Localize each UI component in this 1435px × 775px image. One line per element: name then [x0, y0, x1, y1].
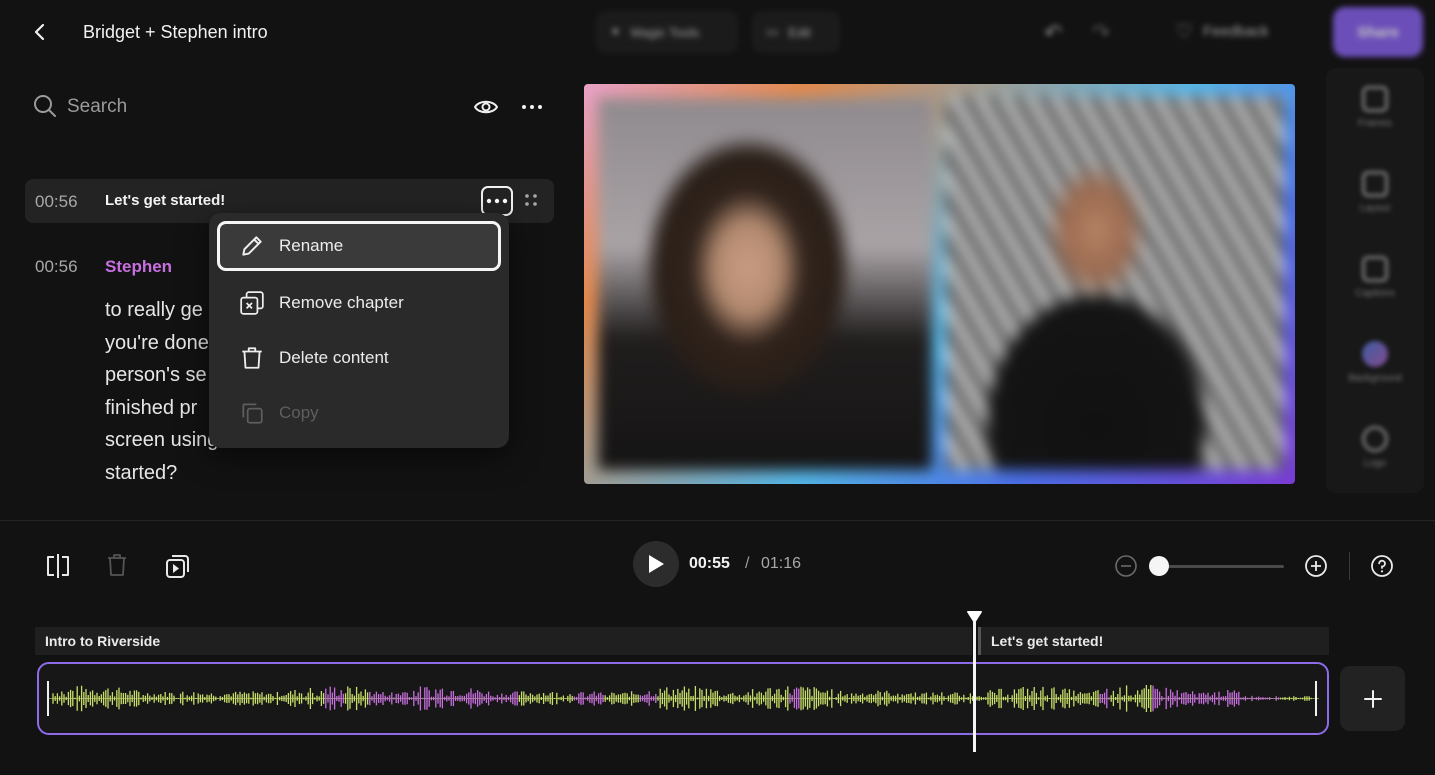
ellipsis-icon	[486, 198, 508, 204]
tool-captions[interactable]: Captions	[1326, 256, 1424, 299]
zoom-in-button[interactable]	[1304, 554, 1328, 578]
chapter-context-menu: Rename Remove chapter Delete content Cop…	[209, 213, 509, 448]
clip-button[interactable]	[164, 552, 192, 580]
plus-icon	[1363, 689, 1382, 708]
tool-label: Frames	[1358, 118, 1392, 129]
share-button[interactable]: Share	[1333, 7, 1423, 57]
menu-item-label: Copy	[279, 403, 319, 422]
remove-chapter-icon	[240, 291, 264, 315]
tool-label: Background	[1348, 373, 1402, 384]
menu-item-delete-content[interactable]: Delete content	[217, 333, 501, 383]
tool-frames[interactable]: Frames	[1326, 86, 1424, 129]
side-toolbar: Frames Layout Captions Background Logo	[1326, 68, 1424, 493]
background-icon	[1362, 341, 1388, 367]
participant-video-stephen	[946, 96, 1284, 470]
participant-video-bridget	[598, 98, 932, 470]
waveform	[47, 681, 1319, 716]
layout-icon	[1362, 171, 1388, 197]
redo-icon[interactable]: ↷	[1092, 20, 1110, 46]
menu-item-rename[interactable]: Rename	[217, 221, 501, 271]
chapter-label: Intro to Riverside	[45, 633, 161, 649]
time-separator: /	[745, 555, 750, 572]
trash-icon	[108, 554, 126, 576]
tool-label: Logo	[1363, 458, 1387, 469]
heart-icon: ♡	[1175, 21, 1193, 43]
transcript-line: started?	[105, 461, 178, 484]
eye-icon[interactable]	[474, 95, 498, 119]
video-preview[interactable]	[584, 84, 1295, 484]
menu-item-label: Remove chapter	[279, 293, 404, 312]
magic-tools-label: Magic Tools	[630, 24, 700, 40]
minus-circle-icon	[1115, 555, 1137, 577]
project-title: Bridget + Stephen intro	[83, 22, 268, 42]
play-button[interactable]	[633, 541, 679, 587]
speaker-time: 00:56	[35, 257, 78, 276]
chapter-more-button[interactable]	[481, 186, 513, 216]
magic-icon: ✦	[610, 24, 621, 39]
help-button[interactable]	[1370, 554, 1394, 578]
frames-icon	[1362, 86, 1388, 112]
total-time: 01:16	[761, 555, 802, 572]
back-button[interactable]	[28, 20, 52, 44]
drag-handle-icon[interactable]	[524, 193, 538, 207]
chapter-time: 00:56	[35, 192, 78, 211]
chevron-left-icon	[34, 23, 45, 41]
zoom-slider-track[interactable]	[1158, 565, 1284, 568]
current-time: 00:55	[689, 555, 730, 572]
split-icon	[47, 554, 69, 578]
tool-logo[interactable]: Logo	[1326, 426, 1424, 469]
zoom-out-button[interactable]	[1114, 554, 1138, 578]
divider	[0, 520, 1435, 521]
undo-icon[interactable]: ↶	[1044, 20, 1062, 46]
chapter-title: Let's get started!	[105, 192, 226, 209]
menu-item-label: Rename	[279, 236, 344, 255]
more-options-icon[interactable]	[520, 95, 544, 119]
audio-waveform-track[interactable]	[37, 662, 1329, 735]
edit-icon: ▭	[766, 24, 779, 39]
playhead[interactable]	[973, 622, 976, 752]
tool-label: Captions	[1355, 288, 1395, 299]
feedback-label: Feedback	[1202, 23, 1269, 40]
menu-item-copy: Copy	[217, 388, 501, 438]
trash-icon	[242, 347, 262, 369]
pencil-icon	[242, 236, 262, 256]
search-icon	[33, 94, 57, 118]
playhead-handle-icon[interactable]	[966, 610, 983, 624]
copy-icon	[242, 403, 263, 424]
logo-icon	[1362, 426, 1388, 452]
help-icon	[1371, 555, 1393, 577]
chapter-label: Let's get started!	[991, 633, 1104, 649]
timeline-chapter-intro[interactable]: Intro to Riverside	[35, 627, 972, 655]
captions-icon	[1362, 256, 1388, 282]
split-button[interactable]	[44, 553, 72, 579]
menu-item-remove-chapter[interactable]: Remove chapter	[217, 278, 501, 328]
add-track-button[interactable]	[1340, 666, 1405, 731]
play-icon	[649, 555, 664, 573]
tool-background[interactable]: Background	[1326, 341, 1424, 384]
feedback-button[interactable]: ♡ Feedback	[1175, 19, 1269, 44]
search-input[interactable]	[67, 94, 447, 120]
zoom-slider-thumb[interactable]	[1149, 556, 1169, 576]
tool-layout[interactable]: Layout	[1326, 171, 1424, 214]
menu-item-label: Delete content	[279, 348, 389, 367]
magic-tools-button[interactable]: ✦ Magic Tools	[596, 11, 738, 53]
edit-label: Edit	[788, 24, 811, 40]
delete-button	[105, 552, 129, 578]
divider	[1349, 552, 1350, 580]
timeline-chapter-started[interactable]: Let's get started!	[978, 627, 1329, 655]
speaker-name: Stephen	[105, 257, 173, 276]
clip-play-icon	[166, 555, 189, 578]
edit-button[interactable]: ▭ Edit	[752, 11, 840, 53]
plus-circle-icon	[1305, 555, 1327, 577]
tool-label: Layout	[1359, 203, 1391, 214]
